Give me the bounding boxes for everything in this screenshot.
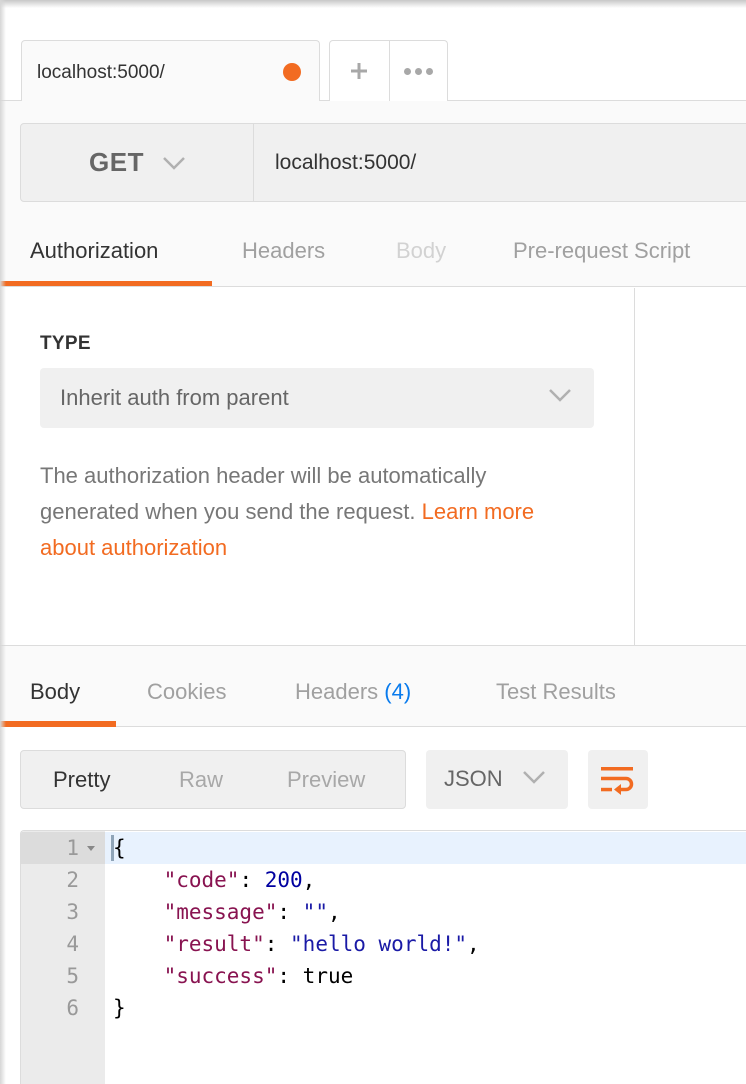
json-value: true xyxy=(302,964,354,988)
format-select[interactable]: JSON xyxy=(426,750,568,809)
tab-actions xyxy=(329,40,448,101)
authorization-panel: TYPE Inherit auth from parent The author… xyxy=(0,288,635,645)
tab-pre-request-script[interactable]: Pre-request Script xyxy=(513,238,690,264)
auth-description-text: The authorization header will be automat… xyxy=(40,463,487,524)
auth-type-label: TYPE xyxy=(40,333,91,354)
view-mode-segmented-control: Pretty Raw Preview xyxy=(20,750,406,809)
auth-type-select[interactable]: Inherit auth from parent xyxy=(40,368,594,428)
json-key: "success" xyxy=(163,964,278,988)
code-line: 1 { xyxy=(21,832,746,864)
request-tab[interactable]: localhost:5000/ xyxy=(21,40,320,102)
tab-cookies[interactable]: Cookies xyxy=(147,679,226,705)
code-text: } xyxy=(113,996,126,1020)
tab-response-headers[interactable]: Headers (4) xyxy=(295,679,411,705)
tab-response-body[interactable]: Body xyxy=(30,679,80,705)
view-raw-button[interactable]: Raw xyxy=(179,767,223,793)
method-value: GET xyxy=(89,147,144,177)
json-punct: , xyxy=(302,868,316,892)
new-tab-button[interactable] xyxy=(330,41,389,101)
chevron-down-icon xyxy=(163,156,185,170)
code-text: "result": "hello world!", xyxy=(163,932,480,956)
line-number: 3 xyxy=(66,900,79,924)
json-punct: , xyxy=(467,932,480,956)
json-value: "" xyxy=(302,900,328,924)
chevron-down-icon xyxy=(549,389,571,402)
json-key: "code" xyxy=(163,868,240,892)
auth-side-panel xyxy=(636,288,746,645)
window-shadow-left xyxy=(0,0,6,1084)
response-body-editor[interactable]: 1 { 2 "code": 200, 3 "message": "", 4 "r… xyxy=(20,830,746,1084)
line-number: 4 xyxy=(66,932,79,956)
tab-authorization[interactable]: Authorization xyxy=(30,238,158,264)
code-text: "code": 200, xyxy=(163,868,316,892)
json-value: "hello world!" xyxy=(290,932,468,956)
auth-type-value: Inherit auth from parent xyxy=(60,385,289,410)
code-line: 5 "success": true xyxy=(21,960,746,992)
chevron-down-icon xyxy=(523,771,545,784)
wrap-lines-icon xyxy=(601,766,634,795)
active-tab-indicator xyxy=(0,721,116,727)
response-toolbar: Pretty Raw Preview JSON xyxy=(0,728,746,828)
line-number: 6 xyxy=(66,996,79,1020)
headers-count-badge: (4) xyxy=(384,679,412,704)
fold-arrow-icon[interactable] xyxy=(87,846,95,851)
request-builder: GET Authorization Headers Body Pre-reque… xyxy=(0,101,746,287)
url-bar: GET xyxy=(20,123,746,202)
code-line: 2 "code": 200, xyxy=(21,864,746,896)
json-punct: , xyxy=(327,900,341,924)
json-key: "message" xyxy=(163,900,278,924)
tab-test-results[interactable]: Test Results xyxy=(496,679,616,705)
view-preview-button[interactable]: Preview xyxy=(287,767,365,793)
wrap-lines-button[interactable] xyxy=(588,750,648,809)
format-value: JSON xyxy=(444,766,503,791)
more-tabs-button[interactable] xyxy=(388,41,448,101)
method-select[interactable]: GET xyxy=(21,124,254,201)
json-key: "result" xyxy=(163,932,265,956)
unsaved-changes-dot-icon xyxy=(283,63,301,81)
code-line: 6 } xyxy=(21,992,746,1024)
line-number: 2 xyxy=(66,868,79,892)
code-line: 4 "result": "hello world!", xyxy=(21,928,746,960)
view-pretty-button[interactable]: Pretty xyxy=(53,767,110,793)
tab-body[interactable]: Body xyxy=(396,238,446,264)
request-tabs: Authorization Headers Body Pre-request S… xyxy=(0,223,746,287)
line-number: 5 xyxy=(66,964,79,988)
tab-headers[interactable]: Headers xyxy=(242,238,325,264)
request-tab-bar: localhost:5000/ xyxy=(0,0,746,102)
active-tab-indicator xyxy=(0,281,212,286)
request-tab-label: localhost:5000/ xyxy=(37,62,165,83)
plus-icon xyxy=(351,63,368,79)
tab-response-headers-label: Headers xyxy=(295,679,379,704)
code-text: { xyxy=(113,836,126,860)
window-shadow-top xyxy=(0,0,746,8)
code-text: "message": "", xyxy=(163,900,341,924)
auth-description: The authorization header will be automat… xyxy=(40,458,580,566)
code-text: "success": true xyxy=(163,964,354,988)
response-tabs: Body Cookies Headers (4) Test Results xyxy=(0,645,746,727)
ellipsis-icon xyxy=(403,67,433,75)
code-line: 3 "message": "", xyxy=(21,896,746,928)
json-value: 200 xyxy=(264,868,303,892)
url-input[interactable] xyxy=(275,124,745,201)
